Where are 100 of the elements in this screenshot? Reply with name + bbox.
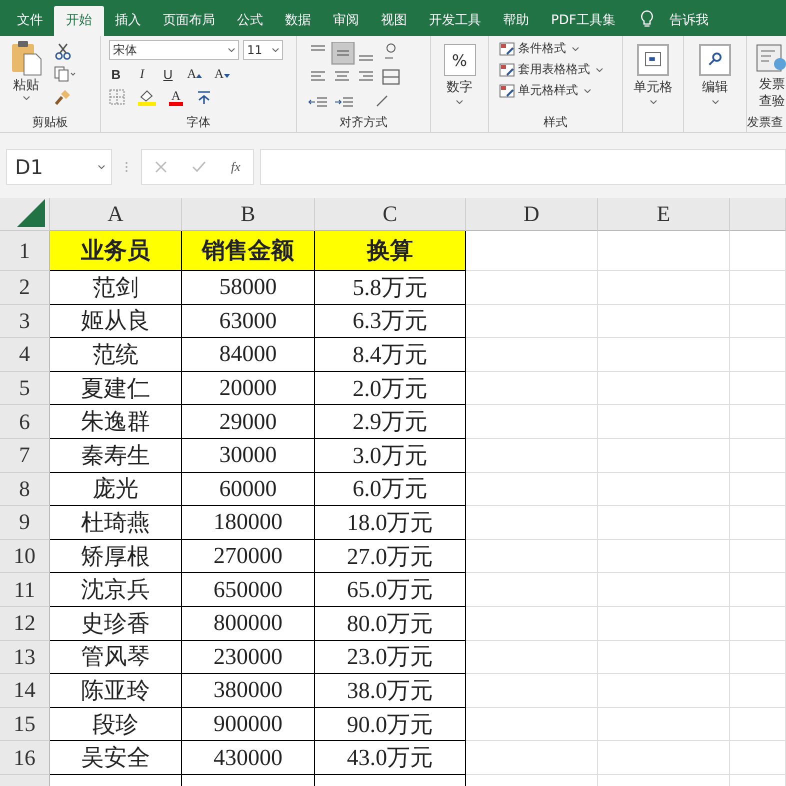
ribbon-tab[interactable]: 审阅 [322, 6, 370, 36]
empty-cell [730, 338, 786, 372]
column-header[interactable]: D [466, 198, 598, 231]
ribbon-tab[interactable]: 页面布局 [152, 6, 226, 36]
tell-me-link[interactable]: 告诉我 [658, 6, 720, 36]
row-header[interactable]: 10 [0, 540, 50, 574]
table-cell: 史珍香 [50, 606, 182, 641]
ribbon-tab[interactable]: 数据 [274, 6, 322, 36]
ribbon-tab[interactable]: 公式 [226, 6, 274, 36]
borders-icon[interactable] [109, 89, 125, 105]
row-header[interactable]: 9 [0, 506, 50, 540]
caret-icon[interactable] [272, 48, 279, 52]
column-header[interactable]: E [598, 198, 730, 231]
ribbon-tab[interactable]: 帮助 [492, 6, 540, 36]
ribbon-tab[interactable]: 文件 [6, 6, 54, 36]
formula-input-field[interactable] [260, 149, 786, 185]
invoice-check-button[interactable]: 发票查验 [758, 76, 786, 110]
table-cell: 2.0万元 [315, 372, 466, 406]
row-header[interactable]: 15 [0, 708, 50, 742]
table-cell: 管风琴 [50, 640, 182, 674]
table-cell: 180000 [182, 506, 315, 540]
table-cell: 范剑 [50, 271, 182, 305]
caret-icon[interactable] [228, 48, 235, 52]
table-cell: 姬从良 [50, 304, 182, 338]
format-painter-icon[interactable] [54, 88, 72, 106]
ribbon-tab[interactable]: 开始 [54, 6, 104, 36]
column-header[interactable]: A [50, 198, 182, 231]
ribbon-tab[interactable]: 插入 [104, 6, 152, 36]
italic-button[interactable]: I [135, 66, 149, 82]
font-name-field[interactable]: 宋体 [109, 40, 239, 60]
empty-cell [730, 231, 786, 271]
grow-font-button[interactable]: A [187, 66, 202, 82]
row-header[interactable]: 1 [0, 231, 50, 271]
row-header[interactable]: 13 [0, 640, 50, 674]
paste-button[interactable]: 粘贴 [10, 40, 42, 114]
table-cell: 60000 [182, 472, 315, 506]
table-cell: 3.0万元 [315, 438, 466, 473]
ribbon-tab[interactable]: 视图 [370, 6, 418, 36]
table-cell: 430000 [182, 741, 315, 775]
table-style-icon [499, 84, 515, 98]
table-cell: 庞光 [50, 472, 182, 506]
row-header[interactable]: 3 [0, 304, 50, 338]
name-box[interactable]: D1 [6, 149, 112, 185]
style-menu-button[interactable]: 单元格样式 [499, 82, 622, 99]
caret-icon[interactable] [456, 100, 463, 104]
column-header[interactable]: B [182, 198, 315, 231]
style-menu-button[interactable]: 条件格式 [499, 40, 622, 57]
ribbon-tab[interactable]: PDF工具集 [540, 6, 626, 36]
caret-icon[interactable] [650, 100, 656, 104]
invoice-check-icon[interactable] [756, 44, 786, 74]
row-header[interactable]: 16 [0, 741, 50, 775]
empty-cell [730, 640, 786, 674]
ribbon-tab[interactable]: 开发工具 [418, 6, 492, 36]
row-header[interactable]: 2 [0, 271, 50, 305]
font-color-button[interactable]: A [169, 88, 183, 106]
row-header[interactable]: 11 [0, 573, 50, 607]
bold-button[interactable]: B [109, 66, 123, 82]
table-cell: 杜琦燕 [50, 506, 182, 540]
empty-cell [730, 573, 786, 607]
row-header[interactable]: 4 [0, 338, 50, 372]
caret-icon[interactable] [22, 96, 30, 100]
cells-icon[interactable] [637, 44, 669, 76]
caret-icon[interactable] [98, 165, 105, 169]
search-icon[interactable] [699, 44, 731, 76]
table-cell: 27.0万元 [315, 540, 466, 574]
font-size-field[interactable]: 11 [243, 40, 283, 60]
cells-label: 单元格 [634, 79, 672, 96]
empty-cell [730, 674, 786, 708]
table-cell: 业务员 [50, 231, 182, 271]
caret-icon[interactable] [712, 100, 718, 104]
row-header[interactable]: 7 [0, 438, 50, 473]
insert-function-button[interactable]: fx [231, 159, 240, 175]
table-cell: 84000 [182, 338, 315, 372]
group-label: 对齐方式 [340, 114, 388, 131]
group-label: 发票查 [747, 114, 783, 131]
column-header[interactable]: C [315, 198, 466, 231]
caret-icon[interactable] [584, 88, 591, 92]
row-header[interactable]: 6 [0, 405, 50, 439]
table-cell: 陈亚玲 [50, 674, 182, 708]
check-icon[interactable] [192, 161, 206, 173]
table-cell: 63000 [182, 304, 315, 338]
select-all-icon[interactable] [17, 199, 45, 227]
caret-icon[interactable] [596, 68, 603, 72]
fill-color-icon[interactable] [137, 88, 157, 106]
shrink-font-button[interactable]: A [214, 66, 230, 82]
row-header[interactable]: 14 [0, 674, 50, 708]
table-cell: 2.9万元 [315, 405, 466, 439]
caret-icon[interactable] [572, 46, 579, 50]
row-header[interactable]: 5 [0, 372, 50, 406]
phonetic-icon[interactable] [195, 88, 213, 106]
row-header[interactable]: 12 [0, 606, 50, 641]
table-cell: 销售金额 [182, 231, 315, 271]
style-menu-button[interactable]: 套用表格格式 [499, 61, 622, 78]
scissors-icon[interactable] [54, 42, 72, 60]
number-format-button[interactable]: % [444, 44, 476, 76]
underline-button[interactable]: U [161, 66, 175, 82]
copy-icon[interactable] [54, 66, 76, 82]
table-cell: 80.0万元 [315, 606, 466, 641]
row-header[interactable]: 8 [0, 472, 50, 506]
table-cell: 换算 [315, 231, 466, 271]
